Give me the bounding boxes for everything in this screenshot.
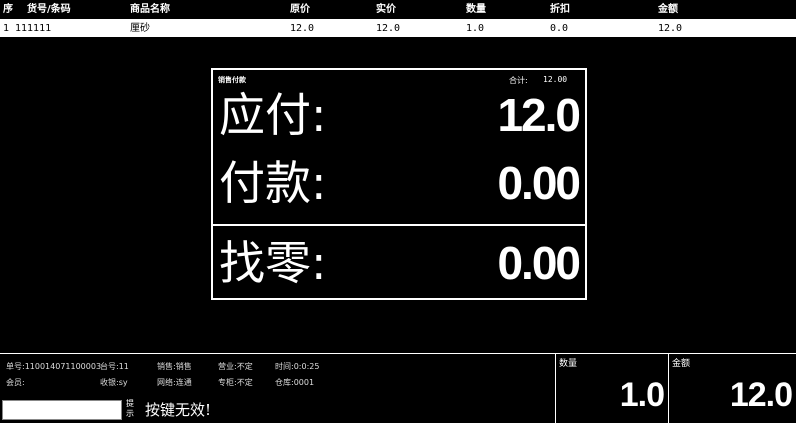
hint-tag: 提示: [126, 399, 134, 418]
col-header-qty: 数量: [466, 4, 486, 15]
order-number: 单号:110014071100003: [6, 362, 102, 371]
business-status: 营业:不定: [218, 362, 253, 371]
col-header-amount: 金额: [658, 4, 678, 15]
total-label: 合计:: [509, 76, 528, 85]
dialog-title: 销售付款: [218, 76, 246, 84]
amount-value: 12.0: [729, 376, 793, 414]
col-header-discount: 折扣: [550, 4, 570, 15]
amount-label: 金额: [672, 359, 691, 369]
cell-qty: 1.0: [466, 23, 485, 34]
col-header-name: 商品名称: [130, 4, 170, 15]
quantity-label: 数量: [559, 359, 578, 369]
table-header: 序 货号/条码 商品名称 原价 实价 数量 折扣 金额: [0, 0, 796, 20]
quantity-value: 1.0: [619, 376, 665, 414]
network-status: 网络:连通: [157, 378, 192, 387]
amount-due-value: 12.0: [497, 89, 581, 141]
paid-value[interactable]: 0.00: [497, 158, 581, 208]
col-header-real-price: 实价: [376, 4, 396, 15]
cell-discount: 0.0: [550, 23, 569, 34]
counter: 专柜:不定: [218, 378, 253, 387]
hint-message: 按键无效!: [145, 401, 212, 419]
paid-label: 付款:: [219, 156, 327, 210]
elapsed-time: 时间:0:0:25: [275, 362, 320, 371]
change-label: 找零:: [219, 236, 327, 290]
cell-real-price: 12.0: [376, 23, 401, 34]
col-header-seq: 序: [3, 4, 13, 15]
quantity-panel: 数量 1.0: [555, 354, 668, 423]
change-value: 0.00: [497, 237, 581, 289]
member: 会员:: [6, 378, 25, 387]
cell-orig-price: 12.0: [290, 23, 315, 34]
cell-seq: 1: [3, 23, 10, 34]
cell-name: 厘砂: [130, 23, 150, 34]
col-header-code: 货号/条码: [27, 4, 71, 15]
total-value: 12.00: [543, 75, 568, 84]
payment-dialog: 销售付款 合计: 12.00 应付: 12.0 付款: 0.00 找零: 0.0…: [211, 68, 587, 300]
amount-panel: 金额 12.0: [668, 354, 796, 423]
input-field[interactable]: [2, 400, 122, 420]
table-row[interactable]: 1 111111 厘砂 12.0 12.0 1.0 0.0 12.0: [0, 20, 796, 38]
cashier: 收银:sy: [100, 378, 128, 387]
sale-type: 销售:销售: [157, 362, 192, 371]
col-header-orig-price: 原价: [290, 4, 310, 15]
cell-code: 111111: [15, 23, 52, 34]
warehouse: 仓库:0001: [275, 378, 315, 387]
dialog-divider: [213, 224, 585, 226]
cell-amount: 12.0: [658, 23, 683, 34]
register-number: 台号:11: [100, 362, 129, 371]
amount-due-label: 应付:: [219, 88, 327, 142]
